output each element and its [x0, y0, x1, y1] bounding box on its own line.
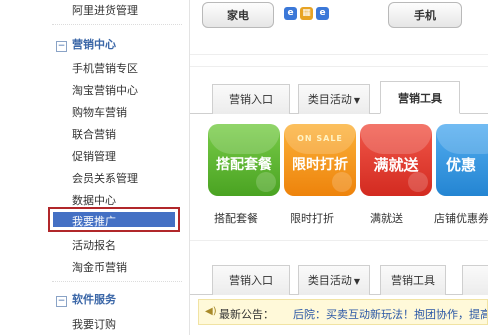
tab-partial[interactable] — [462, 265, 488, 295]
tile-limited-time-discount[interactable]: ON SALE 限时打折 — [284, 124, 356, 196]
flower-decoration-icon — [332, 172, 352, 192]
tile-badge: ON SALE — [297, 134, 343, 143]
tab-marketing-tools[interactable]: 营销工具 — [380, 265, 446, 295]
sidebar-item-member-relations[interactable]: 会员关系管理 — [72, 170, 138, 186]
tile-gloss — [208, 124, 280, 154]
tile-caption[interactable]: 店铺优惠券 — [434, 210, 488, 226]
upper-tab-bar: 营销入口 类目活动 ▼ 营销工具 — [190, 73, 488, 114]
sidebar-item-taobao-marketing[interactable]: 淘宝营销中心 — [72, 82, 138, 98]
collapse-icon[interactable]: − — [56, 41, 67, 52]
sidebar-item-alibaba-purchase[interactable]: 阿里进货管理 — [72, 2, 138, 18]
tab-marketing-entry[interactable]: 营销入口 — [212, 84, 290, 114]
sidebar-item-my-orders[interactable]: 我要订购 — [72, 316, 116, 332]
collapse-icon[interactable]: − — [56, 296, 67, 307]
sidebar-item-data-center[interactable]: 数据中心 — [72, 192, 116, 208]
tab-marketing-tools[interactable]: 营销工具 — [380, 81, 460, 114]
divider — [190, 66, 488, 67]
marketing-tools-grid: 搭配套餐 ON SALE 限时打折 满就送 店 优惠 — [190, 124, 488, 202]
tile-title: 限时打折 — [292, 157, 348, 173]
divider — [190, 54, 488, 55]
sidebar-item-promote[interactable]: 我要推广 — [72, 213, 116, 229]
appliance-button[interactable]: 家电 — [202, 2, 274, 28]
announcement-bar: ◀) 最新公告： 后院：买卖互动新玩法！抱团协作，提高 — [198, 299, 488, 325]
tab-marketing-entry[interactable]: 营销入口 — [212, 265, 290, 295]
ie-icon: e — [284, 7, 297, 20]
announcement-link[interactable]: 后院：买卖互动新玩法！抱团协作，提高 — [293, 306, 487, 322]
tile-gloss — [360, 124, 432, 154]
divider — [190, 240, 488, 241]
sidebar-item-mobile-marketing[interactable]: 手机营销专区 — [72, 60, 138, 76]
sidebar-item-gold-coin[interactable]: 淘金币营销 — [72, 259, 127, 275]
tile-caption[interactable]: 满就送 — [370, 210, 403, 226]
tab-label: 类目活动 — [307, 93, 352, 106]
flower-decoration-icon — [256, 172, 276, 192]
tile-badge: 店 — [436, 134, 488, 149]
tab-label: 类目活动 — [307, 274, 352, 287]
ie-icon: e — [316, 7, 329, 20]
speaker-icon: ◀) — [205, 306, 217, 317]
tile-caption[interactable]: 搭配套餐 — [214, 210, 258, 226]
tile-bundle-package[interactable]: 搭配套餐 — [208, 124, 280, 196]
dropdown-caret-icon: ▼ — [353, 96, 361, 105]
phone-button[interactable]: 手机 — [388, 2, 462, 28]
left-sidebar: 阿里进货管理 − 营销中心 手机营销专区 淘宝营销中心 购物车营销 联合营销 促销… — [0, 0, 190, 335]
sidebar-item-promote-highlight[interactable]: 我要推广 — [48, 207, 180, 232]
main-content: 家电 e ▦ e 手机 营销入口 类目活动 ▼ 营销工具 搭配套餐 ON SALE… — [190, 0, 488, 335]
divider — [52, 24, 182, 25]
flower-decoration-icon — [408, 172, 428, 192]
sidebar-item-promotion[interactable]: 促销管理 — [72, 148, 116, 164]
sidebar-item-joint-marketing[interactable]: 联合营销 — [72, 126, 116, 142]
section-title: 营销中心 — [72, 38, 116, 51]
section-marketing-center[interactable]: − 营销中心 — [56, 36, 116, 52]
tile-title: 搭配套餐 — [216, 157, 272, 173]
tile-spend-get-gift[interactable]: 满就送 — [360, 124, 432, 196]
sidebar-item-cart-marketing[interactable]: 购物车营销 — [72, 104, 127, 120]
tab-category-activity[interactable]: 类目活动 ▼ — [298, 265, 370, 295]
tab-category-activity[interactable]: 类目活动 ▼ — [298, 84, 370, 114]
divider — [52, 281, 182, 282]
dropdown-caret-icon: ▼ — [353, 277, 361, 286]
lower-tab-bar: 营销入口 类目活动 ▼ 营销工具 — [190, 254, 488, 295]
section-title: 软件服务 — [72, 293, 116, 306]
tile-caption[interactable]: 限时打折 — [290, 210, 334, 226]
announcement-label: 最新公告： — [219, 308, 274, 321]
tile-store-coupon[interactable]: 店 优惠 — [436, 124, 488, 196]
category-strip: 家电 e ▦ e 手机 — [190, 0, 488, 40]
tile-title: 优惠 — [446, 156, 477, 174]
tile-title: 满就送 — [373, 156, 419, 174]
sidebar-item-event-signup[interactable]: 活动报名 — [72, 237, 116, 253]
calendar-icon: ▦ — [300, 7, 313, 20]
section-software-services[interactable]: − 软件服务 — [56, 291, 116, 307]
